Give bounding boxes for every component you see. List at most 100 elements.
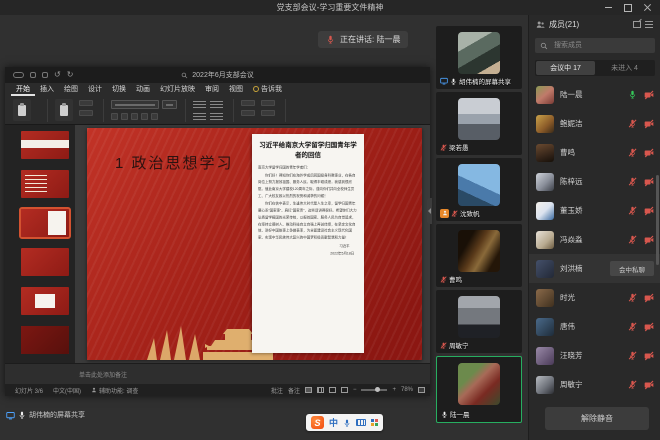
bullets-button[interactable]: [193, 101, 206, 110]
maximize-button[interactable]: [618, 0, 638, 15]
font-size-select[interactable]: [162, 100, 177, 109]
camera-off-icon[interactable]: [644, 90, 654, 100]
minimize-button[interactable]: [598, 0, 618, 15]
camera-off-icon[interactable]: [644, 206, 654, 216]
slide-sorter-icon[interactable]: [317, 387, 324, 393]
tab-not-entered[interactable]: 未进入 4: [595, 61, 654, 75]
letter-text-box[interactable]: 习近平给南京大学留学归国青年学者的回信 南京大学留学归国的青年学者们： 你们好！…: [252, 134, 364, 353]
language-indicator[interactable]: 中文(中国): [53, 386, 81, 395]
font-family-select[interactable]: [111, 100, 159, 109]
camera-off-icon[interactable]: [644, 322, 654, 332]
member-row[interactable]: 冯焱淼: [529, 225, 660, 254]
ime-keyboard-icon[interactable]: [356, 419, 366, 426]
mic-on-icon[interactable]: [628, 90, 637, 99]
bold-button[interactable]: [111, 113, 118, 120]
tab-insert[interactable]: 插入: [35, 83, 59, 96]
camera-off-icon[interactable]: [644, 351, 654, 361]
slide-thumbnail-2[interactable]: 2: [21, 170, 69, 198]
underline-button[interactable]: [131, 113, 138, 120]
video-tile[interactable]: 沈致帆: [436, 158, 522, 221]
member-row[interactable]: 陈梓远: [529, 167, 660, 196]
paste-button[interactable]: [13, 99, 31, 121]
zoom-out-button[interactable]: −: [353, 387, 357, 393]
member-search-input[interactable]: [552, 41, 650, 50]
mic-muted-icon[interactable]: [628, 293, 637, 302]
mic-muted-icon[interactable]: [628, 148, 637, 157]
collapse-video-strip-handle[interactable]: [427, 198, 432, 224]
align-left-button[interactable]: [210, 101, 223, 110]
layout-button[interactable]: [79, 100, 93, 106]
home-icon[interactable]: [30, 72, 36, 78]
slide-thumbnail-1[interactable]: 1: [21, 131, 69, 159]
video-tile[interactable]: 周敏宁: [436, 290, 522, 353]
tab-home[interactable]: 开始: [11, 83, 35, 96]
camera-off-icon[interactable]: [644, 119, 654, 129]
zoom-slider-thumb[interactable]: [375, 387, 380, 392]
fit-slide-button[interactable]: [418, 387, 425, 393]
new-slide-button[interactable]: [55, 99, 73, 121]
autosave-toggle[interactable]: [13, 72, 24, 78]
slide-thumbnail-5[interactable]: 5: [21, 287, 69, 315]
camera-off-icon[interactable]: [644, 177, 654, 187]
accessibility-status[interactable]: 辅助功能: 调查: [91, 386, 138, 395]
zoom-in-button[interactable]: +: [392, 387, 396, 393]
slide-thumbnail-4[interactable]: 4: [21, 248, 69, 276]
quick-styles-button[interactable]: [261, 100, 275, 106]
video-tile-sharer[interactable]: 胡伟楠的屏幕共享: [436, 26, 522, 89]
shapes-button[interactable]: [241, 100, 255, 106]
sogou-logo[interactable]: S: [311, 416, 324, 429]
member-row[interactable]: 董玉娇: [529, 196, 660, 225]
camera-off-icon[interactable]: [644, 380, 654, 390]
save-icon[interactable]: [42, 72, 48, 78]
reset-button[interactable]: [79, 110, 93, 116]
italic-button[interactable]: [121, 113, 128, 120]
redo-icon[interactable]: ↻: [67, 71, 74, 79]
member-row[interactable]: 周敏宁: [529, 370, 660, 399]
align-right-button[interactable]: [210, 113, 223, 122]
font-color-button[interactable]: [141, 113, 148, 120]
camera-off-icon[interactable]: [644, 148, 654, 158]
highlight-button[interactable]: [151, 113, 158, 120]
member-row-hovered[interactable]: 刘洪楠 会中私聊: [529, 254, 660, 283]
members-list[interactable]: 陆一晨 鲍妮洁 曹鸣: [529, 80, 660, 399]
member-row[interactable]: 时光: [529, 283, 660, 312]
arrange-button[interactable]: [241, 110, 255, 116]
mic-muted-icon[interactable]: [628, 235, 637, 244]
member-row[interactable]: 鲍妮洁: [529, 109, 660, 138]
tab-slideshow[interactable]: 幻灯片放映: [155, 83, 200, 96]
video-tile[interactable]: 曹鸣: [436, 224, 522, 287]
tab-view[interactable]: 视图: [224, 83, 248, 96]
notes-button[interactable]: 备注: [288, 386, 300, 395]
normal-view-icon[interactable]: [305, 387, 312, 393]
video-tile-active-speaker[interactable]: 陆一晨: [436, 356, 522, 423]
shape-fill-button[interactable]: [261, 110, 275, 116]
member-search-box[interactable]: [535, 38, 655, 53]
ime-toolbar[interactable]: S 中: [306, 414, 383, 431]
mic-muted-icon[interactable]: [628, 119, 637, 128]
tab-draw[interactable]: 绘图: [59, 83, 83, 96]
zoom-slider[interactable]: [361, 389, 387, 391]
panel-menu-icon[interactable]: [645, 21, 653, 28]
tab-in-meeting[interactable]: 会议中 17: [536, 61, 595, 75]
ime-mic-icon[interactable]: [343, 419, 351, 427]
private-chat-button[interactable]: 会中私聊: [610, 261, 654, 276]
tab-design[interactable]: 设计: [83, 83, 107, 96]
comments-button[interactable]: 批注: [271, 386, 283, 395]
undo-icon[interactable]: ↺: [54, 71, 61, 79]
slide-thumbnail-3-selected[interactable]: 3: [21, 209, 69, 237]
screen-share-indicator[interactable]: 胡伟楠的屏幕共享: [6, 408, 85, 422]
slide-thumbnail-6[interactable]: 6: [21, 326, 69, 354]
popout-panel-icon[interactable]: [633, 21, 641, 28]
tab-tell-me[interactable]: 告诉我: [248, 83, 287, 96]
tab-animations[interactable]: 动画: [131, 83, 155, 96]
slideshow-icon[interactable]: [341, 387, 348, 393]
members-scrollbar[interactable]: [656, 175, 659, 265]
mic-muted-icon[interactable]: [628, 177, 637, 186]
mic-muted-icon[interactable]: [628, 322, 637, 331]
member-row[interactable]: 唐伟: [529, 312, 660, 341]
current-slide[interactable]: 1 政治思想学习 习近平给南京大学留学归国青年学者的回信: [87, 128, 422, 360]
mic-muted-icon[interactable]: [628, 380, 637, 389]
reading-view-icon[interactable]: [329, 387, 336, 393]
mic-muted-icon[interactable]: [628, 206, 637, 215]
camera-off-icon[interactable]: [644, 235, 654, 245]
